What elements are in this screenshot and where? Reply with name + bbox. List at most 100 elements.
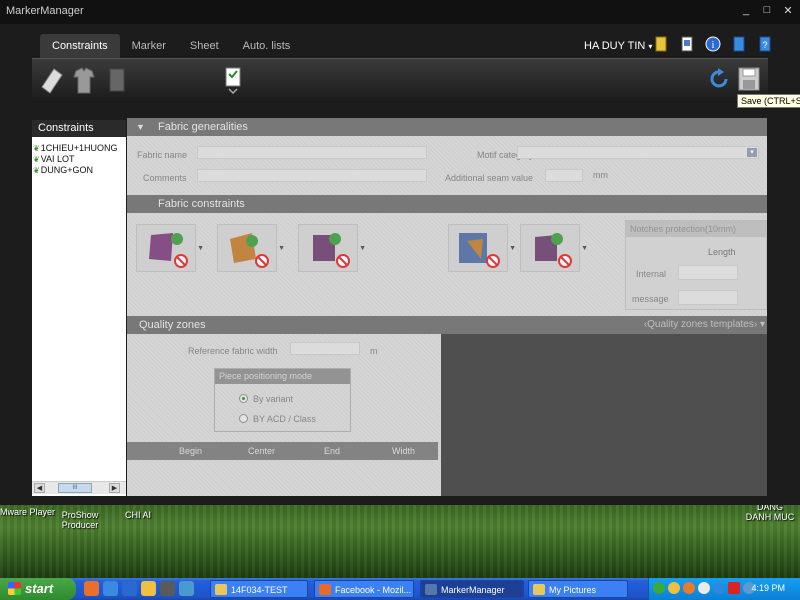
piece-icon[interactable]: [104, 65, 130, 95]
chevron-down-icon[interactable]: ▼: [581, 245, 588, 252]
message-label: message: [632, 294, 669, 304]
tray-icon[interactable]: [698, 582, 710, 594]
tray-icon[interactable]: [653, 582, 665, 594]
quality-zones-table-header: Begin Center End Width: [127, 442, 438, 460]
reference-width-field[interactable]: [290, 342, 360, 355]
constraint-button-1[interactable]: ▼: [136, 224, 204, 272]
column-width[interactable]: Width: [392, 446, 415, 456]
fabric-constraints-header[interactable]: Fabric constraints: [127, 195, 767, 213]
comments-label: Comments: [143, 173, 187, 183]
firefox-icon[interactable]: [84, 581, 99, 596]
scroll-thumb[interactable]: III: [58, 483, 92, 493]
motif-category-select[interactable]: ▾: [517, 146, 759, 159]
horizontal-scrollbar[interactable]: ◀ III ▶: [32, 481, 126, 494]
help-icon[interactable]: ?: [756, 34, 774, 54]
list-item[interactable]: ❦VAI LOT: [32, 154, 126, 165]
leaf-icon: ❦: [33, 166, 40, 175]
minimize-button[interactable]: _: [740, 4, 752, 17]
tray-icon[interactable]: [713, 582, 725, 594]
checklist-icon[interactable]: [220, 65, 246, 95]
tray-icon[interactable]: [668, 582, 680, 594]
fabric-name-field[interactable]: [197, 146, 427, 159]
folder-icon[interactable]: [652, 34, 670, 54]
shirt-icon[interactable]: [70, 65, 96, 95]
constraint-editor: ▼ Fabric generalities Fabric name Commen…: [127, 118, 767, 496]
chevron-down-icon[interactable]: ▼: [359, 245, 366, 252]
taskbar-button[interactable]: Facebook - Mozil...: [314, 580, 414, 598]
tab-auto-lists[interactable]: Auto. lists: [231, 34, 303, 58]
chevron-down-icon[interactable]: ▼: [197, 245, 204, 252]
constraint-button-4[interactable]: ▼: [448, 224, 516, 272]
list-item[interactable]: ❦DUNG+GON: [32, 165, 126, 176]
save-icon[interactable]: [736, 65, 762, 95]
tab-constraints[interactable]: Constraints: [40, 34, 120, 58]
taskbar-button-active[interactable]: MarkerManager: [420, 580, 524, 598]
folder-icon: [215, 584, 227, 595]
fabric-generalities-header[interactable]: ▼ Fabric generalities: [127, 118, 767, 136]
list-item-label: DUNG+GON: [40, 165, 93, 175]
taskbar-button-label: My Pictures: [549, 585, 597, 595]
document-icon[interactable]: [678, 34, 696, 54]
maximize-button[interactable]: □: [761, 4, 773, 17]
quality-zones-header[interactable]: Quality zones ‹Quality zones templates› …: [127, 316, 767, 334]
by-variant-radio[interactable]: [239, 394, 248, 403]
chevron-down-icon[interactable]: ▾: [747, 148, 757, 157]
constraint-button-3[interactable]: ▼: [298, 224, 366, 272]
desktop-icon-proshow[interactable]: ProShow Producer: [58, 510, 102, 530]
start-button[interactable]: start: [0, 578, 76, 600]
message-field[interactable]: [678, 290, 738, 305]
taskbar-button-label: 14F034-TEST: [231, 585, 288, 595]
folder-icon: [533, 584, 545, 595]
taskbar-button[interactable]: 14F034-TEST: [210, 580, 308, 598]
internet-explorer-icon[interactable]: [103, 581, 118, 596]
desktop-icon-folder[interactable]: DANG DANH MUC: [744, 502, 796, 522]
save-tooltip: Save (CTRL+S): [737, 94, 800, 108]
chevron-down-icon[interactable]: ▼: [278, 245, 285, 252]
app-icon[interactable]: [122, 581, 137, 596]
scroll-right-button[interactable]: ▶: [109, 483, 120, 493]
tab-marker[interactable]: Marker: [120, 34, 178, 58]
tray-icon[interactable]: [683, 582, 695, 594]
info-icon[interactable]: i: [704, 34, 722, 54]
constraints-list: ❦1CHIEU+1HUONG ❦VAI LOT ❦DUNG+GON: [32, 137, 126, 176]
refresh-icon[interactable]: [706, 65, 732, 95]
quality-zones-templates[interactable]: ‹Quality zones templates› ▾: [644, 316, 765, 334]
app-icon[interactable]: [179, 581, 194, 596]
app-icon[interactable]: [160, 581, 175, 596]
taskbar-button-label: MarkerManager: [441, 585, 505, 595]
additional-seam-field[interactable]: [545, 169, 583, 182]
desktop-icon-vmware[interactable]: Mware Player: [0, 507, 56, 517]
comments-field[interactable]: [197, 169, 427, 182]
column-begin[interactable]: Begin: [179, 446, 202, 456]
tab-sheet[interactable]: Sheet: [178, 34, 231, 58]
clock[interactable]: 4:19 PM: [751, 583, 785, 593]
column-center[interactable]: Center: [248, 446, 275, 456]
by-variant-label: By variant: [253, 394, 294, 404]
sidebar-header: Constraints: [32, 120, 126, 137]
constraint-button-5[interactable]: ▼: [520, 224, 588, 272]
list-item[interactable]: ❦1CHIEU+1HUONG: [32, 143, 126, 154]
by-acd-class-radio[interactable]: [239, 414, 248, 423]
tray-icon[interactable]: [728, 582, 740, 594]
book-icon[interactable]: [730, 34, 748, 54]
section-title: Quality zones: [139, 319, 206, 331]
taskbar-button[interactable]: My Pictures: [528, 580, 628, 598]
title-bar: MarkerManager _ □ ✕: [0, 0, 800, 24]
desktop-icon-chiai[interactable]: CHI AI: [118, 510, 158, 520]
column-end[interactable]: End: [324, 446, 340, 456]
quality-zones-preview: [441, 334, 767, 496]
taskbar: start 14F034-TEST Facebook - Mozil... Ma…: [0, 578, 800, 600]
chevron-down-icon[interactable]: ▼: [509, 245, 516, 252]
internal-field[interactable]: [678, 265, 738, 280]
eraser-icon[interactable]: [38, 65, 64, 95]
emoticon-icon[interactable]: [141, 581, 156, 596]
window-controls: _ □ ✕: [740, 4, 794, 17]
start-label: start: [25, 581, 54, 596]
scroll-left-button[interactable]: ◀: [34, 483, 45, 493]
piece-positioning-panel: Piece positioning mode By variant BY ACD…: [214, 368, 351, 432]
user-menu[interactable]: HA DUY TIN ▾: [584, 40, 652, 52]
close-button[interactable]: ✕: [782, 4, 794, 17]
constraint-button-2[interactable]: ▼: [217, 224, 285, 272]
leaf-icon: ❦: [33, 144, 40, 153]
list-item-label: VAI LOT: [40, 154, 75, 164]
